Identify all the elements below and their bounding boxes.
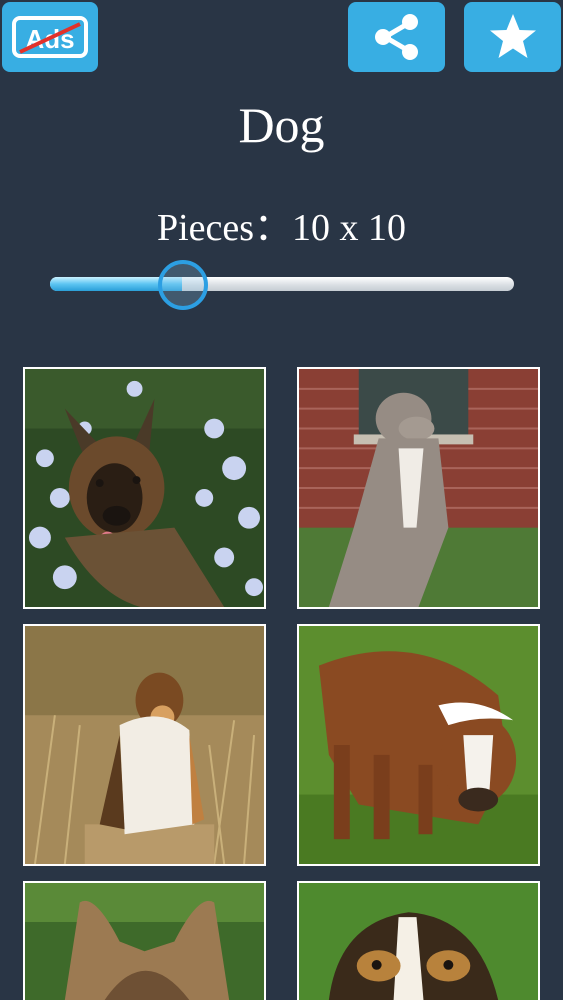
puzzle-thumbnail-german-shepherd[interactable] [23, 367, 266, 609]
rate-button[interactable] [464, 2, 561, 72]
pieces-label: Pieces：10 x 10 [156, 207, 407, 249]
no-ads-icon: Ads [12, 16, 88, 58]
share-icon [374, 14, 418, 60]
share-button[interactable] [348, 2, 445, 72]
star-icon [489, 14, 536, 58]
page-title: Dog [238, 97, 325, 153]
puzzle-thumbnail-pit-bull[interactable] [297, 367, 540, 609]
boxer-image [299, 626, 538, 864]
remove-ads-button[interactable]: Ads [2, 2, 98, 72]
pieces-slider[interactable] [48, 260, 516, 310]
puzzle-thumbnail-beagle[interactable] [297, 881, 540, 1000]
puzzle-thumbnail-collie[interactable] [23, 624, 266, 866]
yorkshire-terrier-image [25, 883, 264, 1000]
puzzle-thumbnail-boxer[interactable] [297, 624, 540, 866]
puzzle-thumbnail-yorkshire-terrier[interactable] [23, 881, 266, 1000]
beagle-image [299, 883, 538, 1000]
german-shepherd-image [25, 369, 264, 607]
pit-bull-image [299, 369, 538, 607]
slider-thumb[interactable] [158, 260, 208, 310]
collie-image [25, 626, 264, 864]
